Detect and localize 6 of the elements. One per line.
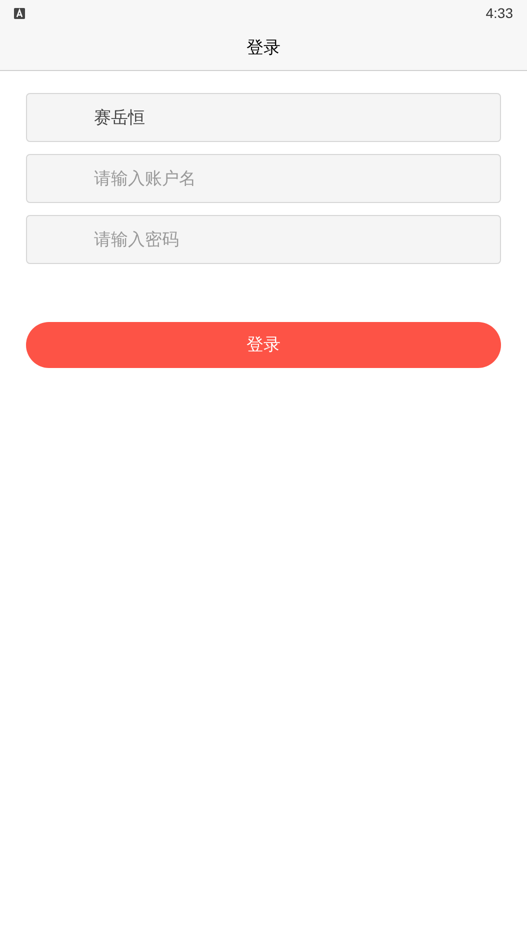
input-field[interactable]: 赛岳恒 xyxy=(26,93,501,142)
page-title: 登录 xyxy=(246,37,280,60)
input-field[interactable]: 请输入账户名 xyxy=(26,154,501,203)
input-field[interactable]: 请输入密码 xyxy=(26,215,501,264)
status-time: 4:33 xyxy=(486,4,513,22)
notification-icon xyxy=(14,8,25,18)
